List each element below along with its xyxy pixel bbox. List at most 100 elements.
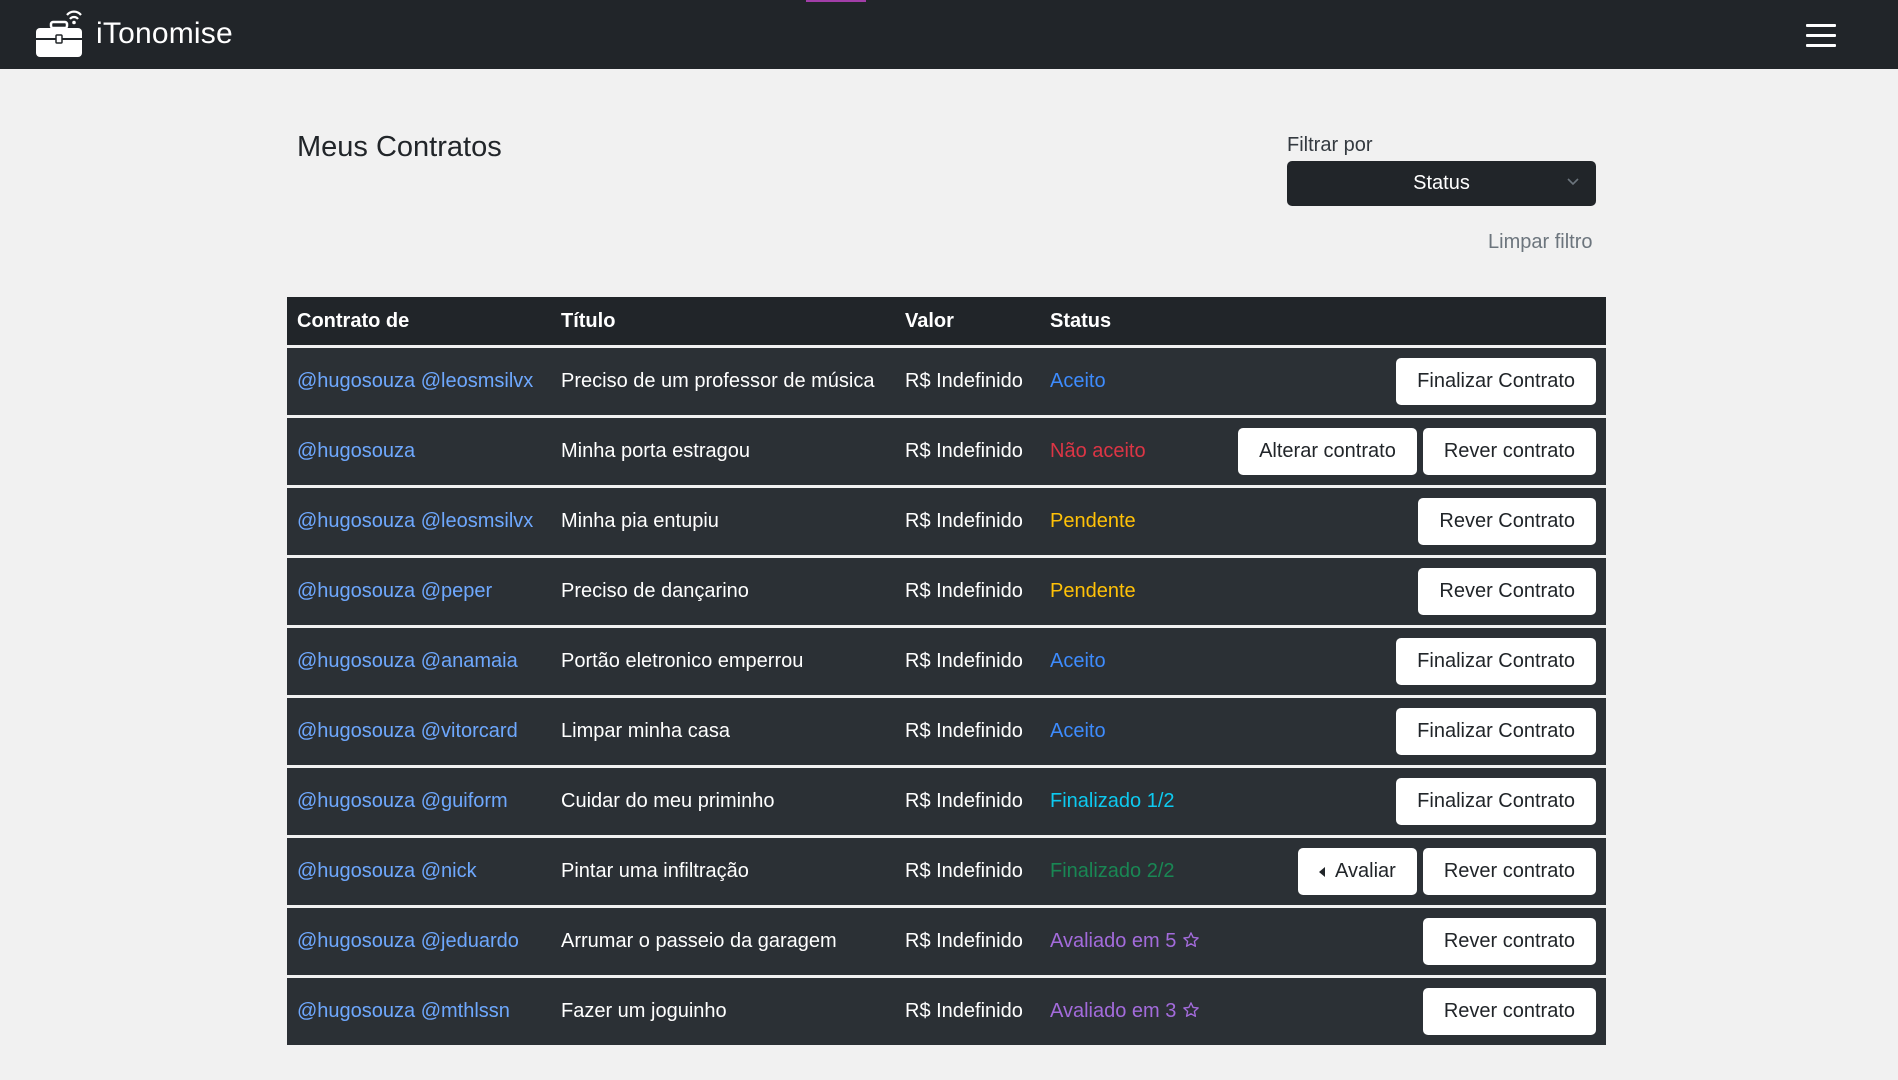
contract-value: R$ Indefinido bbox=[905, 1000, 1023, 1022]
status-label: Não aceito bbox=[1050, 440, 1146, 462]
status-label: Pendente bbox=[1050, 580, 1136, 602]
finalizar-contrato-button[interactable]: Finalizar Contrato bbox=[1396, 638, 1596, 685]
button-label: Rever contrato bbox=[1443, 1000, 1575, 1022]
rever-contrato-button[interactable]: Rever contrato bbox=[1422, 428, 1596, 475]
row-actions: Rever Contrato bbox=[1418, 568, 1596, 615]
rever-contrato-button[interactable]: Rever Contrato bbox=[1418, 568, 1596, 615]
table-row: @hugosouza @leosmsilvx Minha pia entupiu R… bbox=[287, 488, 1606, 555]
button-label: Rever contrato bbox=[1443, 440, 1575, 462]
table-row: @hugosouza @nick Pintar uma infiltração R$… bbox=[287, 838, 1606, 905]
contract-title: Pintar uma infiltração bbox=[561, 860, 749, 882]
contract-parties-link[interactable]: @hugosouza @mthlssn bbox=[297, 1000, 510, 1023]
contract-title: Preciso de um professor de música bbox=[561, 370, 875, 392]
contract-title: Arrumar o passeio da garagem bbox=[561, 930, 837, 952]
table-row: @hugosouza @leosmsilvx Preciso de um prof… bbox=[287, 348, 1606, 415]
contract-title: Portão eletronico emperrou bbox=[561, 650, 804, 672]
avaliar-button[interactable]: Avaliar bbox=[1298, 848, 1417, 895]
finalizar-contrato-button[interactable]: Finalizar Contrato bbox=[1396, 358, 1596, 405]
menu-toggle-icon[interactable] bbox=[1806, 24, 1836, 47]
finalizar-contrato-button[interactable]: Finalizar Contrato bbox=[1396, 708, 1596, 755]
status-label: Avaliado em 3 bbox=[1050, 1000, 1177, 1022]
contract-title: Minha porta estragou bbox=[561, 440, 751, 462]
row-actions: Alterar contrato Rever contrato bbox=[1238, 428, 1596, 475]
row-actions: Finalizar Contrato bbox=[1396, 778, 1596, 825]
status-label: Pendente bbox=[1050, 510, 1136, 532]
nav-active-indicator bbox=[806, 0, 866, 2]
brand[interactable]: iTonomise bbox=[34, 6, 233, 62]
rever-contrato-button[interactable]: Rever contrato bbox=[1422, 848, 1596, 895]
contract-parties-link[interactable]: @hugosouza @leosmsilvx bbox=[297, 510, 533, 533]
contract-status: Aceito bbox=[1050, 650, 1106, 673]
rever-contrato-button[interactable]: Rever Contrato bbox=[1418, 498, 1596, 545]
chevron-down-icon bbox=[1567, 178, 1579, 186]
status-label: Finalizado 2/2 bbox=[1050, 860, 1175, 882]
button-label: Rever contrato bbox=[1443, 860, 1575, 882]
contract-value: R$ Indefinido bbox=[905, 720, 1023, 742]
contract-status: Pendente bbox=[1050, 510, 1136, 533]
filter-label: Filtrar por bbox=[1287, 134, 1373, 156]
contract-parties-link[interactable]: @hugosouza @guiform bbox=[297, 790, 508, 813]
header-titulo: Título bbox=[561, 309, 616, 332]
page-title: Meus Contratos bbox=[297, 131, 502, 163]
contract-value: R$ Indefinido bbox=[905, 650, 1023, 672]
contract-title: Minha pia entupiu bbox=[561, 510, 719, 532]
table-body: @hugosouza @leosmsilvx Preciso de um prof… bbox=[287, 348, 1606, 1045]
row-actions: Rever contrato bbox=[1422, 918, 1596, 965]
briefcase-wifi-icon bbox=[36, 10, 82, 57]
contract-parties-link[interactable]: @hugosouza @jeduardo bbox=[297, 930, 519, 953]
status-label: Aceito bbox=[1050, 720, 1106, 742]
contract-value: R$ Indefinido bbox=[905, 370, 1023, 392]
contracts-table: Contrato de Título Valor Status @hugosou… bbox=[287, 297, 1606, 1045]
contract-status: Avaliado em 5 bbox=[1050, 930, 1200, 953]
contract-value: R$ Indefinido bbox=[905, 860, 1023, 882]
button-label: Finalizar Contrato bbox=[1417, 790, 1575, 812]
rever-contrato-button[interactable]: Rever contrato bbox=[1422, 988, 1596, 1035]
row-actions: Finalizar Contrato bbox=[1396, 358, 1596, 405]
contract-parties-link[interactable]: @hugosouza @peper bbox=[297, 580, 492, 603]
row-actions: Rever Contrato bbox=[1418, 498, 1596, 545]
status-label: Finalizado 1/2 bbox=[1050, 790, 1175, 812]
brand-name: iTonomise bbox=[96, 17, 233, 50]
contract-title: Limpar minha casa bbox=[561, 720, 730, 742]
button-label: Rever Contrato bbox=[1439, 580, 1575, 602]
table-row: @hugosouza @jeduardo Arrumar o passeio da… bbox=[287, 908, 1606, 975]
row-actions: Avaliar Rever contrato bbox=[1298, 848, 1596, 895]
contract-parties-link[interactable]: @hugosouza @nick bbox=[297, 860, 477, 883]
row-actions: Finalizar Contrato bbox=[1396, 708, 1596, 755]
button-label: Finalizar Contrato bbox=[1417, 720, 1575, 742]
header-valor: Valor bbox=[905, 309, 954, 332]
status-label: Aceito bbox=[1050, 370, 1106, 392]
header-status: Status bbox=[1050, 309, 1112, 332]
contract-status: Aceito bbox=[1050, 370, 1106, 393]
contract-status: Avaliado em 3 bbox=[1050, 1000, 1200, 1023]
button-label: Rever Contrato bbox=[1439, 510, 1575, 532]
contract-status: Finalizado 2/2 bbox=[1050, 860, 1175, 883]
filter-select[interactable]: Status bbox=[1287, 161, 1596, 206]
button-label: Alterar contrato bbox=[1259, 440, 1396, 462]
contract-parties-link[interactable]: @hugosouza @anamaia bbox=[297, 650, 518, 673]
table-row: @hugosouza @guiform Cuidar do meu priminh… bbox=[287, 768, 1606, 835]
menu-line-icon bbox=[1806, 34, 1836, 37]
contract-parties-link[interactable]: @hugosouza @leosmsilvx bbox=[297, 370, 533, 393]
button-label: Avaliar bbox=[1335, 860, 1396, 882]
alterar-contrato-button[interactable]: Alterar contrato bbox=[1238, 428, 1417, 475]
contract-parties-link[interactable]: @hugosouza bbox=[297, 440, 415, 463]
table-header: Contrato de Título Valor Status bbox=[287, 297, 1606, 345]
contract-status: Não aceito bbox=[1050, 440, 1146, 463]
table-row: @hugosouza @peper Preciso de dançarino R$ … bbox=[287, 558, 1606, 625]
contract-status: Finalizado 1/2 bbox=[1050, 790, 1175, 813]
row-actions: Rever contrato bbox=[1422, 988, 1596, 1035]
finalizar-contrato-button[interactable]: Finalizar Contrato bbox=[1396, 778, 1596, 825]
table-row: @hugosouza Minha porta estragou R$ Indefin… bbox=[287, 418, 1606, 485]
contract-value: R$ Indefinido bbox=[905, 440, 1023, 462]
table-row: @hugosouza @vitorcard Limpar minha casa R$… bbox=[287, 698, 1606, 765]
contract-status: Pendente bbox=[1050, 580, 1136, 603]
star-icon bbox=[1183, 932, 1200, 947]
contract-parties-link[interactable]: @hugosouza @vitorcard bbox=[297, 720, 518, 743]
contract-status: Aceito bbox=[1050, 720, 1106, 743]
rever-contrato-button[interactable]: Rever contrato bbox=[1422, 918, 1596, 965]
clear-filter-link[interactable]: Limpar filtro bbox=[1488, 231, 1592, 254]
navbar: iTonomise bbox=[0, 0, 1898, 69]
contract-value: R$ Indefinido bbox=[905, 510, 1023, 532]
contract-value: R$ Indefinido bbox=[905, 930, 1023, 952]
